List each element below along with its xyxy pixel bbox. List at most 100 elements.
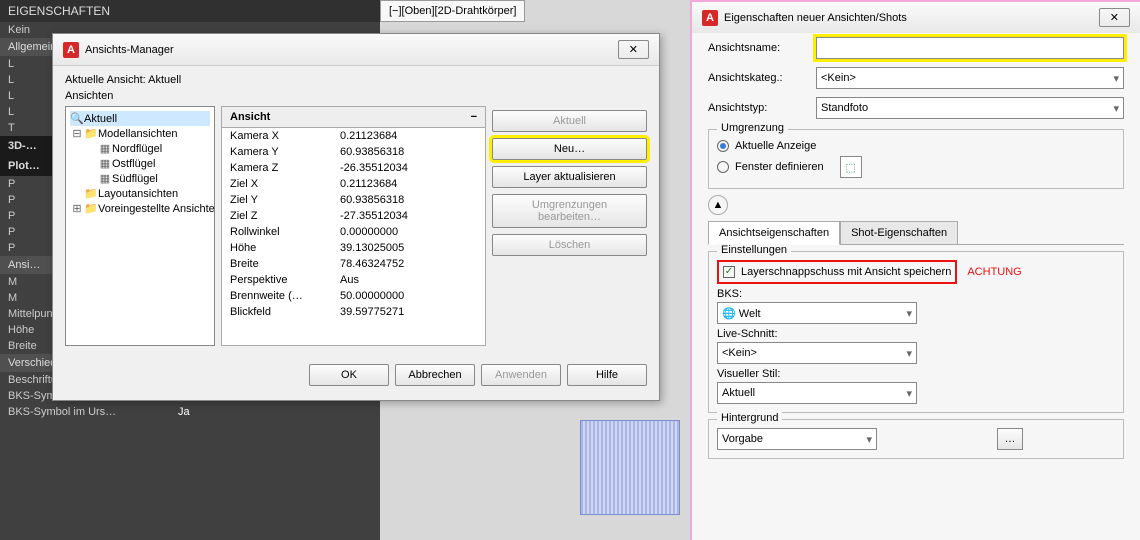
globe-icon: 🌐 xyxy=(722,308,736,320)
propgrid-header: Ansicht xyxy=(230,111,270,123)
tree-item-suedfluegel[interactable]: ▦Südflügel xyxy=(70,171,210,186)
view-name-label: Ansichtsname: xyxy=(708,42,808,54)
propgrid-row[interactable]: Rollwinkel0.00000000 xyxy=(222,224,485,240)
warning-label: ACHTUNG xyxy=(967,266,1021,278)
propgrid-value: 0.00000000 xyxy=(340,226,398,238)
views-label: Ansichten xyxy=(65,90,647,102)
radio-current-display-label: Aktuelle Anzeige xyxy=(735,140,816,152)
new-view-dialog: A Eigenschaften neuer Ansichten/Shots ✕ … xyxy=(690,0,1140,540)
chevron-down-icon: ▾ xyxy=(906,307,912,320)
dialog2-title: Eigenschaften neuer Ansichten/Shots xyxy=(724,12,907,24)
chevron-down-icon: ▾ xyxy=(906,347,912,360)
propgrid-value: 0.21123684 xyxy=(340,178,397,190)
propgrid-row[interactable]: Ziel X0.21123684 xyxy=(222,176,485,192)
help-button[interactable]: Hilfe xyxy=(567,364,647,386)
drawing-preview xyxy=(580,420,680,515)
propgrid-row[interactable]: Blickfeld39.59775271 xyxy=(222,304,485,320)
apply-button[interactable]: Anwenden xyxy=(481,364,561,386)
tab-view-properties[interactable]: Ansichtseigenschaften xyxy=(708,221,840,245)
tab-shot-properties[interactable]: Shot-Eigenschaften xyxy=(840,221,958,245)
set-current-button[interactable]: Aktuell xyxy=(492,110,647,132)
close-button[interactable]: ✕ xyxy=(1099,8,1130,27)
checkbox-layer-snapshot[interactable] xyxy=(723,266,735,278)
folder-icon: 📁 xyxy=(84,187,98,200)
propgrid-key: Kamera Z xyxy=(230,162,340,174)
current-view-label: Aktuelle Ansicht: Aktuell xyxy=(65,74,647,86)
view-category-select[interactable]: <Kein>▾ xyxy=(816,67,1124,89)
background-more-button[interactable]: … xyxy=(997,428,1023,450)
chevron-down-icon: ▾ xyxy=(1113,102,1119,115)
propgrid-row[interactable]: Kamera X0.21123684 xyxy=(222,128,485,144)
edit-boundaries-button[interactable]: Umgrenzungen bearbeiten… xyxy=(492,194,647,228)
view-name-input[interactable] xyxy=(816,37,1124,59)
propgrid-row[interactable]: Brennweite (…50.00000000 xyxy=(222,288,485,304)
collapse-toggle[interactable]: ▲ xyxy=(708,195,728,215)
chevron-down-icon: ▾ xyxy=(866,433,872,446)
tree-layout-views[interactable]: 📁Layoutansichten xyxy=(70,186,210,201)
propgrid-row[interactable]: Höhe39.13025005 xyxy=(222,240,485,256)
sheet-icon: ▦ xyxy=(98,172,112,185)
view-type-label: Ansichtstyp: xyxy=(708,102,808,114)
propgrid-row[interactable]: Ziel Z-27.35512034 xyxy=(222,208,485,224)
radio-define-window[interactable] xyxy=(717,161,729,173)
propgrid-key: Breite xyxy=(230,258,340,270)
propgrid-key: Rollwinkel xyxy=(230,226,340,238)
propgrid-value: Aus xyxy=(340,274,359,286)
propgrid-value: 78.46324752 xyxy=(340,258,404,270)
propgrid-row[interactable]: Breite78.46324752 xyxy=(222,256,485,272)
tree-item-ostfluegel[interactable]: ▦Ostflügel xyxy=(70,156,210,171)
dialog-title: Ansichts-Manager xyxy=(85,44,174,56)
views-tree[interactable]: 🔍Aktuell ⊟📁Modellansichten ▦Nordflügel ▦… xyxy=(65,106,215,346)
close-button[interactable]: ✕ xyxy=(618,40,649,59)
plus-box-icon[interactable]: ⊞ xyxy=(70,202,84,215)
autocad-icon: A xyxy=(63,42,79,58)
delete-button[interactable]: Löschen xyxy=(492,234,647,256)
propgrid-key: Blickfeld xyxy=(230,306,340,318)
propgrid-value: -27.35512034 xyxy=(340,210,408,222)
view-category-label: Ansichtskateg.: xyxy=(708,72,808,84)
propgrid-key: Ziel X xyxy=(230,178,340,190)
propgrid-row[interactable]: Kamera Z-26.35512034 xyxy=(222,160,485,176)
propgrid-value: 39.59775271 xyxy=(340,306,404,318)
radio-current-display[interactable] xyxy=(717,140,729,152)
propgrid-key: Perspektive xyxy=(230,274,340,286)
visual-style-select[interactable]: Aktuell▾ xyxy=(717,382,917,404)
propgrid-row[interactable]: Kamera Y60.93856318 xyxy=(222,144,485,160)
autocad-icon: A xyxy=(702,10,718,26)
tree-item-nordfluegel[interactable]: ▦Nordflügel xyxy=(70,141,210,156)
live-section-select[interactable]: <Kein>▾ xyxy=(717,342,917,364)
propgrid-value: -26.35512034 xyxy=(340,162,408,174)
cancel-button[interactable]: Abbrechen xyxy=(395,364,475,386)
new-view-button[interactable]: Neu… xyxy=(492,138,647,160)
chevron-down-icon: ▾ xyxy=(906,387,912,400)
define-window-button[interactable]: ⬚ xyxy=(840,156,862,178)
tree-current[interactable]: 🔍Aktuell xyxy=(70,111,210,126)
chevron-down-icon: ▾ xyxy=(1113,72,1119,85)
background-legend: Hintergrund xyxy=(717,412,782,424)
propgrid-row[interactable]: PerspektiveAus xyxy=(222,272,485,288)
background-select[interactable]: Vorgabe▾ xyxy=(717,428,877,450)
document-tab[interactable]: [−][Oben][2D-Drahtkörper] xyxy=(380,0,525,22)
bks-select[interactable]: 🌐 Welt▾ xyxy=(717,302,917,324)
tree-preset-views[interactable]: ⊞📁Voreingestellte Ansichten xyxy=(70,201,210,216)
folder-icon: 📁 xyxy=(84,202,98,215)
bks-label: BKS: xyxy=(717,284,1115,302)
propgrid-key: Kamera X xyxy=(230,130,340,142)
propgrid-value: 0.21123684 xyxy=(340,130,397,142)
propgrid-row[interactable]: Ziel Y60.93856318 xyxy=(222,192,485,208)
radio-define-window-label: Fenster definieren xyxy=(735,161,824,173)
collapse-icon[interactable]: − xyxy=(471,111,477,123)
view-type-select[interactable]: Standfoto▾ xyxy=(816,97,1124,119)
propgrid-value: 39.13025005 xyxy=(340,242,404,254)
update-layers-button[interactable]: Layer aktualisieren xyxy=(492,166,647,188)
tree-model-views[interactable]: ⊟📁Modellansichten xyxy=(70,126,210,141)
ok-button[interactable]: OK xyxy=(309,364,389,386)
folder-icon: 📁 xyxy=(84,127,98,140)
magnifier-icon: 🔍 xyxy=(70,112,84,125)
minus-box-icon[interactable]: ⊟ xyxy=(70,127,84,140)
visual-style-label: Visueller Stil: xyxy=(717,364,1115,382)
settings-fieldset: Einstellungen Layerschnappschuss mit Ans… xyxy=(708,251,1124,413)
sheet-icon: ▦ xyxy=(98,142,112,155)
property-grid: Ansicht− Kamera X0.21123684Kamera Y60.93… xyxy=(221,106,486,346)
view-manager-dialog: A Ansichts-Manager ✕ Aktuelle Ansicht: A… xyxy=(52,33,660,401)
